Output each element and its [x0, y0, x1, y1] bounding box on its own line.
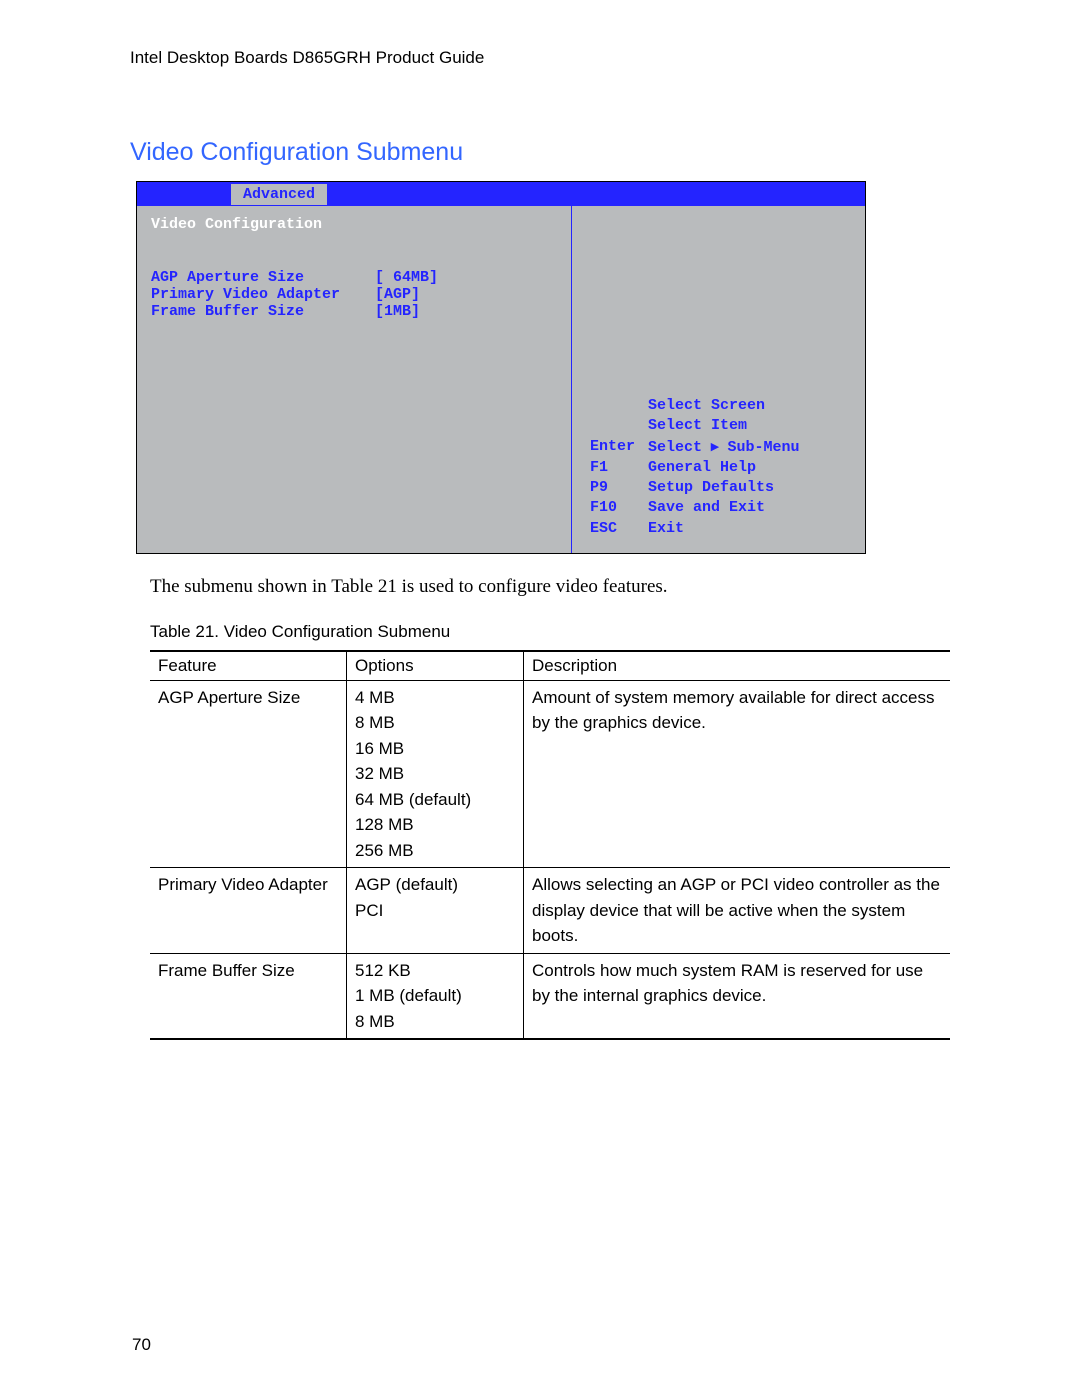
table-cell-options: 4 MB8 MB16 MB32 MB64 MB (default)128 MB2… [347, 680, 524, 868]
bios-help-row: P9 Setup Defaults [590, 478, 865, 498]
bios-help-action: Setup Defaults [648, 478, 774, 498]
table-header: Options [347, 651, 524, 681]
bios-help-row: ESC Exit [590, 519, 865, 539]
bios-setting-label: Primary Video Adapter [151, 286, 375, 303]
bios-left-panel: Video Configuration AGP Aperture Size [ … [137, 206, 572, 553]
bios-setting-row: AGP Aperture Size [ 64MB] [137, 269, 571, 286]
bios-help-row: Select Item [590, 416, 865, 436]
feature-table: Feature Options Description AGP Aperture… [150, 650, 950, 1041]
bios-help-row: F1 General Help [590, 458, 865, 478]
table-cell-feature: Frame Buffer Size [150, 953, 347, 1039]
table-header-row: Feature Options Description [150, 651, 950, 681]
bios-help-panel: Select Screen Select Item Enter Select ▸… [572, 206, 865, 553]
body-paragraph: The submenu shown in Table 21 is used to… [150, 576, 950, 598]
bios-help-key [590, 416, 648, 436]
bios-setting-label: Frame Buffer Size [151, 303, 375, 320]
bios-help-key: Enter [590, 437, 648, 458]
bios-help-key: P9 [590, 478, 648, 498]
bios-screenshot: Advanced Video Configuration AGP Apertur… [136, 181, 866, 554]
bios-help-action: General Help [648, 458, 756, 478]
bios-help-row: Enter Select ▸ Sub-Menu [590, 437, 865, 458]
table-cell-feature: AGP Aperture Size [150, 680, 347, 868]
bios-help-key: ESC [590, 519, 648, 539]
bios-setting-value: [AGP] [375, 286, 420, 303]
bios-tab-advanced: Advanced [231, 184, 327, 205]
doc-header: Intel Desktop Boards D865GRH Product Gui… [130, 48, 950, 68]
right-arrow-icon: ▸ [711, 438, 719, 455]
table-cell-feature: Primary Video Adapter [150, 868, 347, 954]
page-number: 70 [132, 1335, 151, 1355]
table-row: AGP Aperture Size4 MB8 MB16 MB32 MB64 MB… [150, 680, 950, 868]
bios-help-key [590, 396, 648, 416]
table-header: Feature [150, 651, 347, 681]
bios-help-action: Save and Exit [648, 498, 765, 518]
bios-setting-row: Frame Buffer Size [1MB] [137, 303, 571, 320]
table-cell-options: 512 KB1 MB (default)8 MB [347, 953, 524, 1039]
table-header: Description [524, 651, 951, 681]
bios-setting-label: AGP Aperture Size [151, 269, 375, 286]
bios-help-action: Select Screen [648, 396, 765, 416]
bios-help-key: F10 [590, 498, 648, 518]
table-caption: Table 21. Video Configuration Submenu [150, 622, 950, 642]
table-row: Frame Buffer Size512 KB1 MB (default)8 M… [150, 953, 950, 1039]
bios-tab-row: Advanced [137, 182, 865, 206]
bios-setting-value: [ 64MB] [375, 269, 438, 286]
bios-help-action: Select Item [648, 416, 747, 436]
table-cell-description: Allows selecting an AGP or PCI video con… [524, 868, 951, 954]
bios-panel-title: Video Configuration [137, 216, 571, 233]
table-cell-description: Amount of system memory available for di… [524, 680, 951, 868]
bios-help-key: F1 [590, 458, 648, 478]
bios-help-action: Exit [648, 519, 684, 539]
bios-help-action: Select ▸ Sub-Menu [648, 437, 800, 458]
bios-setting-row: Primary Video Adapter [AGP] [137, 286, 571, 303]
table-cell-description: Controls how much system RAM is reserved… [524, 953, 951, 1039]
section-heading: Video Configuration Submenu [130, 138, 950, 167]
bios-help-row: F10 Save and Exit [590, 498, 865, 518]
bios-help-row: Select Screen [590, 396, 865, 416]
table-row: Primary Video AdapterAGP (default)PCIAll… [150, 868, 950, 954]
table-cell-options: AGP (default)PCI [347, 868, 524, 954]
bios-setting-value: [1MB] [375, 303, 420, 320]
